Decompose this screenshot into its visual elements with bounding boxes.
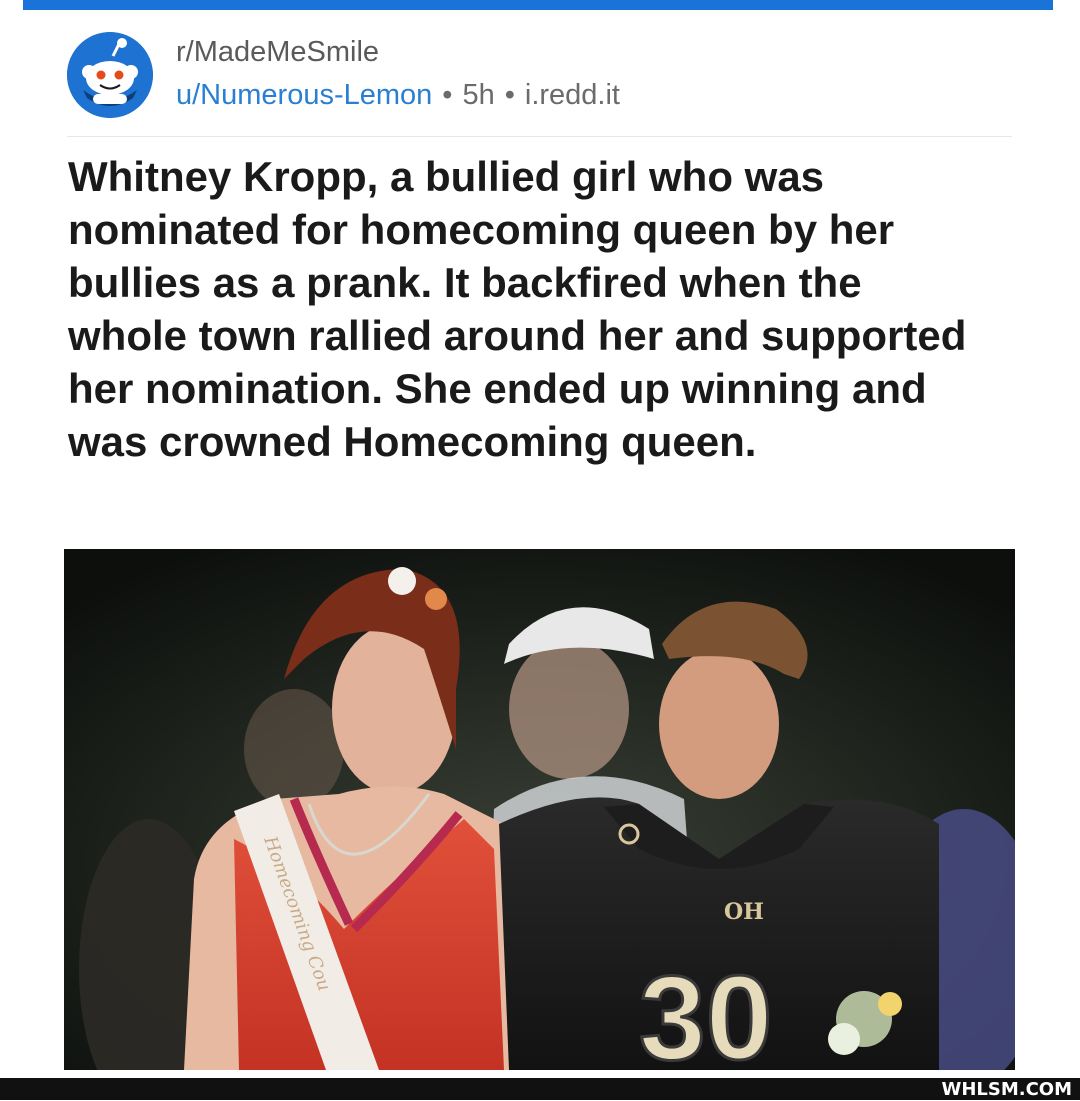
watermark: WHLSM.COM bbox=[941, 1079, 1072, 1100]
homecoming-photo: Homecoming Cou OH 30 bbox=[64, 549, 1015, 1070]
subreddit-avatar[interactable] bbox=[67, 32, 153, 118]
jersey-logo: OH bbox=[724, 899, 764, 925]
post-title[interactable]: Whitney Kropp, a bullied girl who was no… bbox=[68, 150, 968, 468]
post-image[interactable]: Homecoming Cou OH 30 bbox=[64, 549, 1015, 1070]
post-header: r/MadeMeSmile u/Numerous-Lemon • 5h • i.redd… bbox=[67, 30, 1012, 137]
jersey-number: 30 bbox=[639, 951, 772, 1070]
byline-separator: • bbox=[504, 79, 515, 111]
reddit-snoo-icon bbox=[67, 32, 153, 118]
post-meta: r/MadeMeSmile u/Numerous-Lemon • 5h • i.redd… bbox=[176, 30, 620, 115]
post-byline: u/Numerous-Lemon • 5h • i.redd.it bbox=[176, 75, 620, 115]
author-link[interactable]: u/Numerous-Lemon bbox=[176, 79, 432, 111]
bottom-bar bbox=[0, 1078, 1080, 1100]
subreddit-link[interactable]: r/MadeMeSmile bbox=[176, 32, 620, 72]
post-domain-link[interactable]: i.redd.it bbox=[525, 79, 620, 111]
post-age: 5h bbox=[462, 79, 495, 111]
byline-separator: • bbox=[442, 79, 453, 111]
top-accent-bar bbox=[23, 0, 1053, 10]
